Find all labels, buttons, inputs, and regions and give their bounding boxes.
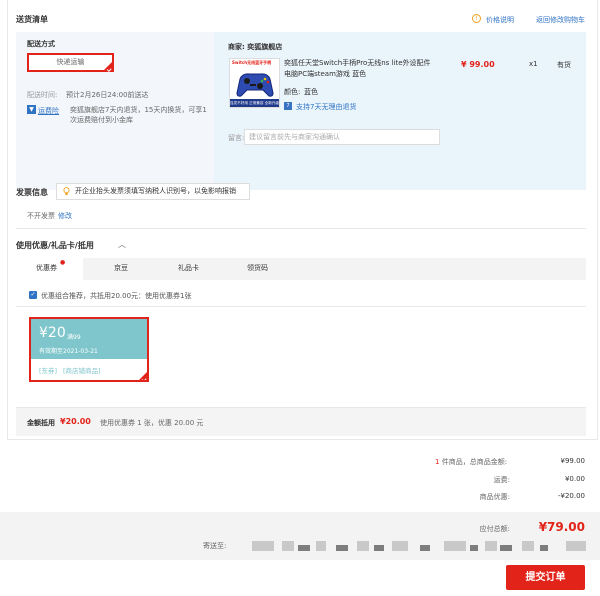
stock-status: 有货 <box>557 61 571 69</box>
lightbulb-icon <box>63 187 70 196</box>
product-price: ¥ 99.00 <box>461 60 495 69</box>
invoice-title: 发票信息 <box>16 188 48 197</box>
product-thumbnail[interactable]: Switch无线蓝牙手柄 连发不好用 正常兼容 全新升级 <box>229 58 280 108</box>
shield-icon: ▼ <box>27 105 36 114</box>
goods-count-text: 件商品，总商品金额: <box>441 458 508 466</box>
payable-label: 应付总额: <box>479 525 510 533</box>
price-note-link[interactable]: 价格说明 <box>486 15 514 25</box>
summary-detail: 使用优惠券 1 张，优惠 20.00 元 <box>100 419 204 427</box>
seven-day-return-link[interactable]: 支持7天无理由退货 <box>296 102 356 112</box>
ship-to-label: 寄送至: <box>203 542 227 550</box>
delivery-time-label: 配送时间: <box>27 91 58 99</box>
tab-pickup-code[interactable]: 领货码 <box>247 263 268 273</box>
goods-count: 1 <box>435 458 440 466</box>
info-icon: ! <box>472 14 481 23</box>
summary-amount: ¥20.00 <box>60 417 91 426</box>
shipping-label: 配送方式 <box>27 40 55 48</box>
goods-panel <box>214 32 586 190</box>
page-title: 送货清单 <box>16 15 48 24</box>
color-label: 颜色: <box>284 88 301 96</box>
coupon-card[interactable]: ¥20 满99 有效期至2021-03-21 [东券] [商店铺商品] <box>29 317 149 382</box>
thumb-caption: 连发不好用 正常兼容 全新升级 <box>230 99 279 107</box>
invoice-tip: 开企业抬头发票须填写纳税人识别号，以免影响报销 <box>56 183 250 200</box>
coupon-condition: 满99 <box>67 334 81 341</box>
invoice-tip-text: 开企业抬头发票须填写纳税人识别号，以免影响报销 <box>75 187 236 195</box>
discount-label: 商品优惠: <box>479 493 510 501</box>
tab-gift-card[interactable]: 礼品卡 <box>178 263 199 273</box>
shipping-method-button[interactable]: 快递运输 <box>27 53 114 72</box>
chevron-up-icon[interactable]: ︿ <box>118 239 126 250</box>
discount-amount: -¥20.00 <box>557 492 585 500</box>
coupon-tabs <box>16 258 586 280</box>
submit-order-button[interactable]: 提交订单 <box>506 565 585 590</box>
product-title-link[interactable]: 奕狐任天堂Switch手柄Pro无线ns lite外设配件电脑PC端steam游… <box>284 58 434 80</box>
payable-amount: ¥79.00 <box>538 520 585 534</box>
note-label: 留言: <box>228 134 245 142</box>
goods-amount: ¥99.00 <box>560 457 586 465</box>
delivery-time-value: 预计2月26日24:00前送达 <box>66 91 149 99</box>
coupon-tag-2: [商店铺商品] <box>63 367 101 375</box>
freight-label: 运费: <box>493 476 510 484</box>
divider <box>16 228 586 229</box>
invoice-status: 不开发票 <box>27 212 55 220</box>
product-quantity: x1 <box>529 60 538 68</box>
coupon-tag-1: [东券] <box>39 367 58 375</box>
freight-insurance-link[interactable]: 运费险 <box>38 106 59 116</box>
coupon-expiry: 有效期至2021-03-21 <box>39 348 98 355</box>
selected-check-icon <box>139 372 147 380</box>
tab-dot: ● <box>60 259 66 266</box>
color-value: 蓝色 <box>304 88 318 96</box>
seven-day-return-icon: 7 <box>284 102 292 110</box>
goods-count-row: 1 件商品，总商品金额: <box>435 457 517 467</box>
shipping-method-label: 快递运输 <box>56 58 85 66</box>
coupons-title: 使用优惠/礼品卡/抵用 <box>16 241 94 250</box>
selected-check-icon <box>104 62 112 70</box>
note-input[interactable]: 建议留言前先与商家沟通确认 <box>244 129 440 145</box>
invoice-modify-link[interactable]: 修改 <box>58 211 72 221</box>
tab-jingdou[interactable]: 京豆 <box>114 263 128 273</box>
summary-label: 金额抵用 <box>27 419 55 427</box>
shop-name: 商家: 奕狐旗舰店 <box>228 43 283 51</box>
tab-coupons[interactable]: 优惠券 <box>36 263 57 273</box>
return-cart-link[interactable]: 返回修改购物车 <box>536 15 585 25</box>
recommend-checkbox[interactable]: ✓ <box>29 291 37 299</box>
coupon-amount: ¥20 <box>39 325 66 341</box>
recommend-text: 优惠组合推荐，共抵用20.00元：使用优惠券1张 <box>41 292 192 300</box>
freight-amount: ¥0.00 <box>564 475 585 483</box>
return-policy-text: 奕狐旗舰店7天内退货，15天内换货，可享1次运费赔付到小金库 <box>70 106 207 124</box>
